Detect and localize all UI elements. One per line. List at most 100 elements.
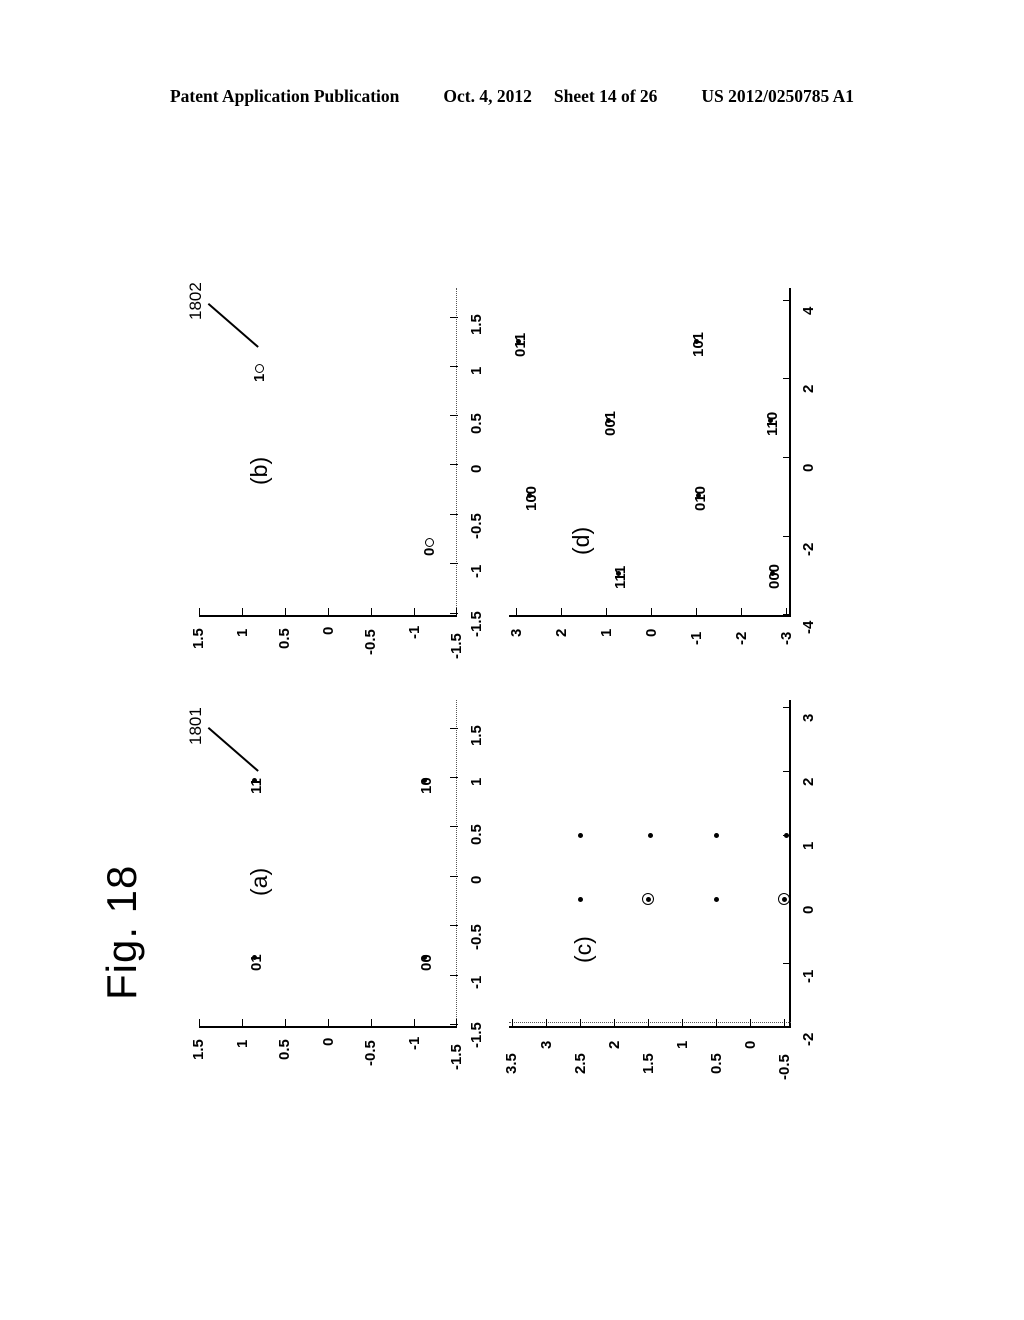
data-point <box>578 833 583 838</box>
panel-a-xtick <box>450 826 458 828</box>
panel-a-ytick <box>414 1019 416 1027</box>
panel-c-ytick-label: 3 <box>538 1040 555 1049</box>
panel-b-ytick-label: -1 <box>406 625 423 639</box>
panel-c-ytick <box>546 1019 548 1027</box>
panel-b-xtick <box>450 514 458 516</box>
panel-b-ytick-label: -1.5 <box>448 633 465 659</box>
panel-d-ytick-label: 1 <box>598 628 615 637</box>
panel-c-ytick-label: 0 <box>742 1040 759 1049</box>
data-point-open <box>255 364 264 373</box>
panel-a-xtick-label: 1 <box>468 777 485 786</box>
panel-a-ytick-label: -1.5 <box>448 1044 465 1070</box>
data-point-label: 000 <box>766 563 783 589</box>
panel-b-ytick <box>328 608 330 616</box>
panel-c-ytick <box>682 1019 684 1027</box>
header-sheet: Sheet 14 of 26 <box>553 86 658 106</box>
panel-d-xtick <box>783 614 791 616</box>
panel-c-axis-vertical <box>789 700 791 1027</box>
panel-c-axis-line <box>509 1026 791 1028</box>
panel-d-ytick <box>741 608 743 616</box>
panel-d-ytick <box>561 608 563 616</box>
panel-a-xtick-label: 0 <box>468 875 485 884</box>
data-point-label: 101 <box>690 331 707 357</box>
callout-1801-label: 1801 <box>186 707 205 745</box>
panel-b-ytick <box>242 608 244 616</box>
panel-b-ytick <box>414 608 416 616</box>
panel-b-ytick-label: 1.5 <box>190 628 207 649</box>
panel-d-xtick-label: 0 <box>800 463 817 472</box>
panel-a-label: (a) <box>246 867 272 896</box>
panel-b-ytick <box>285 608 287 616</box>
panel-b-axis-dotted <box>456 288 457 616</box>
panel-d-label: (d) <box>568 526 594 555</box>
panel-b-ytick <box>371 608 373 616</box>
panel-c-ytick-label: 3.5 <box>503 1053 520 1074</box>
panel-b-xtick <box>450 317 458 319</box>
data-point-label: 11 <box>248 778 265 794</box>
panel-d-ytick-label: -1 <box>688 631 705 645</box>
panel-a-ytick-label: 0.5 <box>276 1039 293 1060</box>
panel-c-xtick <box>783 1026 791 1028</box>
panel-b-ytick-label: -0.5 <box>362 629 379 655</box>
panel-b-xtick-label: 0.5 <box>468 413 485 434</box>
panel-a-xtick <box>450 777 458 779</box>
data-point-label: 011 <box>512 332 529 357</box>
data-point-label: 01 <box>248 954 265 971</box>
data-point <box>784 833 789 838</box>
panel-a-ytick <box>285 1019 287 1027</box>
panel-a-xtick-label: -0.5 <box>468 924 485 950</box>
panel-d-ytick-label: -3 <box>778 631 795 645</box>
publication-header: Patent Application Publication Oct. 4, 2… <box>0 86 1024 107</box>
panel-b-label: (b) <box>246 456 272 485</box>
panel-d-xtick <box>783 457 791 459</box>
panel-a-xtick <box>450 925 458 927</box>
callout-1802-label: 1802 <box>186 282 205 320</box>
panel-b-ytick-label: 0.5 <box>276 628 293 649</box>
panel-d-xtick <box>783 536 791 538</box>
panel-a-axis-dotted <box>456 700 457 1027</box>
panel-a-xtick-label: -1.5 <box>468 1022 485 1048</box>
panel-d-ytick <box>516 608 518 616</box>
panel-b-xtick-label: 0 <box>468 464 485 473</box>
panel-b-xtick <box>450 415 458 417</box>
panel-a-chart <box>196 690 486 1040</box>
data-point-label: 100 <box>523 485 540 511</box>
data-point-label: 10 <box>418 777 435 794</box>
panel-c-ytick-label: 1.5 <box>640 1053 657 1074</box>
panel-c-xtick-label: 0 <box>800 905 817 914</box>
panel-a-xtick-label: -1 <box>468 975 485 989</box>
panel-c-xtick-label: 1 <box>800 841 817 850</box>
panel-c-ytick-label: 1 <box>674 1040 691 1049</box>
data-point <box>714 833 719 838</box>
panel-d-ytick-label: 2 <box>553 628 570 637</box>
panel-a-xtick <box>450 975 458 977</box>
data-point <box>648 833 653 838</box>
panel-d-xtick <box>783 378 791 380</box>
panel-a-ytick-label: -0.5 <box>362 1040 379 1066</box>
panel-b-xtick-label: 1 <box>468 366 485 375</box>
data-point-circled <box>778 893 790 905</box>
panel-c-ytick <box>580 1019 582 1027</box>
panel-c-ytick <box>512 1019 514 1027</box>
panel-a-xtick-label: 1.5 <box>468 725 485 746</box>
data-point <box>714 897 719 902</box>
panel-b-xtick <box>450 563 458 565</box>
panel-a-ytick-label: 0 <box>320 1037 337 1046</box>
panel-d-ytick <box>696 608 698 616</box>
panel-a-ytick-label: -1 <box>406 1036 423 1050</box>
panel-c-ytick-label: 2.5 <box>572 1053 589 1074</box>
panel-a-xtick <box>450 876 458 878</box>
header-left-text: Patent Application Publication <box>169 86 400 106</box>
panel-a-ytick <box>242 1019 244 1027</box>
data-point-label: 00 <box>418 954 435 971</box>
panel-a-ytick-label: 1 <box>234 1039 251 1048</box>
data-point-label: 110 <box>764 411 781 436</box>
panel-c-ytick-label: 0.5 <box>708 1053 725 1074</box>
panel-b-ytick <box>456 608 458 616</box>
panel-a-xtick <box>450 1024 458 1026</box>
panel-d-ytick <box>606 608 608 616</box>
panel-d-xtick-label: 4 <box>800 306 817 315</box>
panel-c-label: (c) <box>570 936 596 963</box>
panel-c-ytick <box>648 1019 650 1027</box>
panel-b-xtick <box>450 464 458 466</box>
